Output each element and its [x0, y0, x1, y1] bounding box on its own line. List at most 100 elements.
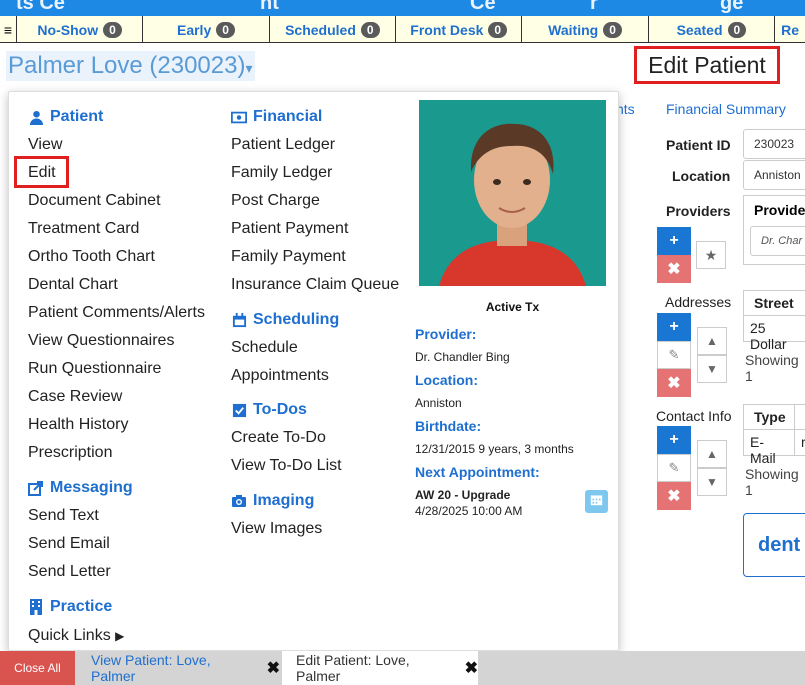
section-title: Financial [253, 108, 323, 125]
count-badge: 0 [103, 21, 122, 38]
dental-card[interactable]: dent [743, 513, 805, 577]
section-title: Imaging [253, 492, 315, 509]
birthdate-label: Birthdate: [415, 418, 482, 434]
section-title: Patient [50, 108, 104, 125]
open-tabs-bar: Close All View Patient: Love, Palmer ✖ E… [0, 651, 805, 685]
tab-scheduled[interactable]: Scheduled 0 [270, 16, 396, 43]
providers-panel: Provider Dr. Char [743, 195, 805, 265]
menu-item-send-text[interactable]: Send Text [28, 507, 99, 525]
tab-early[interactable]: Early 0 [143, 16, 270, 43]
tab-waiting[interactable]: Waiting 0 [522, 16, 649, 43]
menu-item-view-images[interactable]: View Images [231, 520, 322, 538]
birthdate-value: 12/31/2015 9 years, 3 months [415, 442, 574, 456]
menu-item-insurance-claim-queue[interactable]: Insurance Claim Queue [231, 276, 399, 294]
count-badge: 0 [360, 21, 380, 38]
patient-id-label: Patient ID [666, 137, 731, 153]
menu-item-prescription[interactable]: Prescription [28, 444, 112, 462]
tab-label: Scheduled [285, 21, 356, 38]
move-up-icon[interactable]: ▲ [697, 440, 727, 468]
tab-view-patient[interactable]: View Patient: Love, Palmer ✖ [77, 651, 280, 685]
close-all-button[interactable]: Close All [0, 651, 75, 685]
count-badge: 0 [216, 21, 235, 38]
menu-item-case-review[interactable]: Case Review [28, 388, 122, 406]
section-title: To-Dos [253, 401, 307, 418]
next-appointment-label: Next Appointment: [415, 464, 540, 480]
header-fragment: ge [720, 0, 744, 14]
add-provider-button[interactable]: + [657, 227, 691, 255]
tab-no-show[interactable]: No-Show 0 [17, 16, 144, 43]
patient-id-field[interactable]: 230023 [743, 129, 805, 159]
patient-title-text: Palmer Love (230023) [8, 52, 246, 79]
header-fragment: r [590, 0, 598, 14]
move-up-icon[interactable]: ▲ [697, 327, 727, 355]
location-info-label: Location: [415, 372, 478, 388]
street-col-header: Street [743, 290, 805, 316]
menu-item-health-history[interactable]: Health History [28, 416, 128, 434]
add-address-button[interactable]: + [657, 313, 691, 341]
treatment-status: Active Tx [485, 300, 540, 314]
tab-front-desk[interactable]: Front Desk 0 [396, 16, 523, 43]
location-field[interactable]: Anniston [743, 160, 805, 190]
building-icon [28, 599, 44, 615]
menu-item-quick-links[interactable]: Quick Links ▶ [28, 627, 124, 645]
menu-item-edit[interactable]: Edit [28, 164, 56, 182]
edit-contact-icon[interactable]: ✎ [657, 454, 691, 482]
menu-item-view-questionnaires[interactable]: View Questionnaires [28, 332, 174, 350]
next-appointment-type: AW 20 - Upgrade [415, 488, 511, 502]
tab-label: Front Desk [410, 21, 484, 38]
move-down-icon[interactable]: ▼ [697, 355, 727, 383]
menu-item-create-todo[interactable]: Create To-Do [231, 429, 326, 447]
remove-contact-button[interactable]: ✖ [657, 482, 691, 510]
section-financial: Financial [231, 108, 322, 126]
menu-item-patient-payment[interactable]: Patient Payment [231, 220, 348, 238]
menu-item-send-email[interactable]: Send Email [28, 535, 110, 553]
camera-icon [231, 493, 247, 509]
caret-right-icon: ▶ [115, 629, 125, 643]
provider-select[interactable]: Dr. Char [750, 226, 805, 256]
hamburger-menu-icon[interactable]: ≡ [0, 16, 17, 43]
add-contact-button[interactable]: + [657, 426, 691, 454]
close-tab-icon[interactable]: ✖ [267, 658, 280, 678]
count-badge: 0 [727, 21, 747, 38]
patient-title-dropdown[interactable]: Palmer Love (230023)▾ [6, 51, 255, 81]
count-badge: 0 [488, 21, 508, 38]
calendar-icon [231, 312, 247, 328]
location-label: Location [672, 168, 731, 184]
move-down-icon[interactable]: ▼ [697, 468, 727, 496]
section-title: Practice [50, 598, 113, 615]
menu-item-run-questionnaire[interactable]: Run Questionnaire [28, 360, 161, 378]
financial-summary-link[interactable]: Financial Summary [666, 101, 786, 117]
menu-item-dental-chart[interactable]: Dental Chart [28, 276, 118, 294]
edit-address-icon[interactable]: ✎ [657, 341, 691, 369]
menu-item-view[interactable]: View [28, 136, 62, 154]
primary-provider-star-icon[interactable]: ★ [696, 241, 726, 269]
appointment-calendar-button[interactable] [585, 490, 608, 513]
address-showing-count: Showing 1 [745, 352, 799, 384]
menu-item-ortho-tooth-chart[interactable]: Ortho Tooth Chart [28, 248, 155, 266]
tab-label: Re [781, 21, 799, 38]
patient-photo[interactable] [419, 100, 606, 286]
tab-label: Waiting [548, 21, 599, 38]
close-tab-icon[interactable]: ✖ [465, 658, 478, 678]
page-heading: Edit Patient [634, 46, 780, 84]
menu-item-schedule[interactable]: Schedule [231, 339, 298, 357]
menu-item-patient-ledger[interactable]: Patient Ledger [231, 136, 335, 154]
tab-seated[interactable]: Seated 0 [649, 16, 776, 43]
section-imaging: Imaging [231, 492, 314, 510]
menu-item-family-ledger[interactable]: Family Ledger [231, 164, 332, 182]
menu-item-family-payment[interactable]: Family Payment [231, 248, 346, 266]
menu-item-document-cabinet[interactable]: Document Cabinet [28, 192, 161, 210]
menu-item-patient-comments[interactable]: Patient Comments/Alerts [28, 304, 205, 322]
tab-edit-patient[interactable]: Edit Patient: Love, Palmer ✖ [282, 651, 478, 685]
tab-re[interactable]: Re [775, 16, 805, 43]
remove-address-button[interactable]: ✖ [657, 369, 691, 397]
checkbox-icon [231, 402, 247, 418]
remove-provider-button[interactable]: ✖ [657, 255, 691, 283]
app-header: ts Ce nt Ce r ge [0, 0, 805, 16]
menu-item-send-letter[interactable]: Send Letter [28, 563, 111, 581]
menu-item-post-charge[interactable]: Post Charge [231, 192, 320, 210]
menu-item-appointments[interactable]: Appointments [231, 367, 329, 385]
menu-item-view-todo-list[interactable]: View To-Do List [231, 457, 342, 475]
user-icon [28, 109, 44, 125]
menu-item-treatment-card[interactable]: Treatment Card [28, 220, 139, 238]
